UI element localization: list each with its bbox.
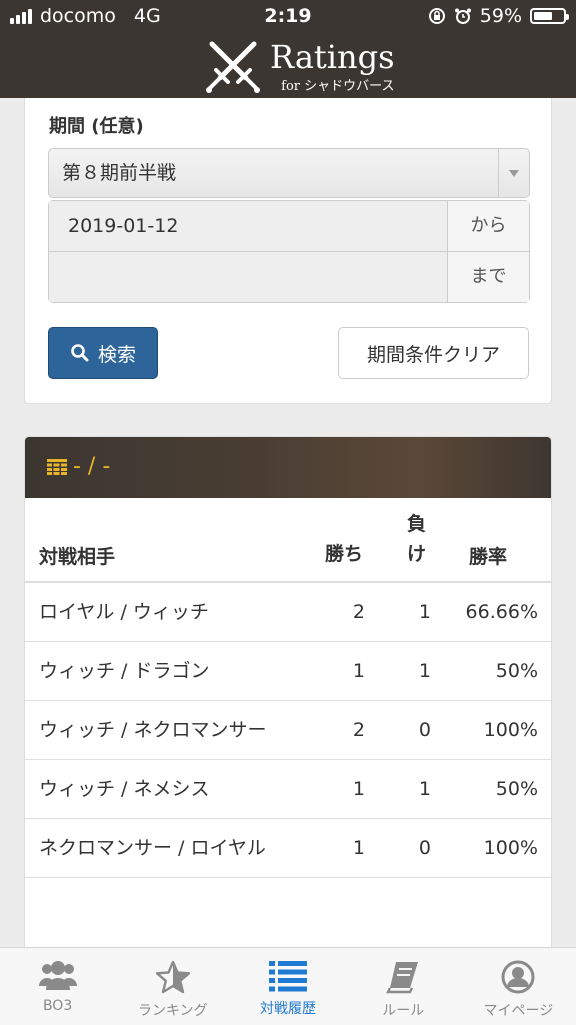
table-row: ウィッチ / ドラゴン 1 1 50%: [25, 641, 551, 701]
results-panel-title: - / -: [73, 454, 111, 479]
results-panel-header: - / -: [25, 437, 551, 498]
battery-icon: [530, 8, 569, 24]
lose-cell: 1: [365, 641, 431, 701]
list-icon: [269, 961, 307, 992]
clear-period-button[interactable]: 期間条件クリア: [338, 327, 529, 379]
rate-cell: 100%: [431, 818, 551, 878]
search-button-label: 検索: [97, 343, 136, 366]
win-cell: 1: [289, 641, 365, 701]
opponent-cell: ネクロマンサー / ロイヤル: [25, 818, 289, 878]
tab-bo3[interactable]: BO3: [0, 948, 115, 1025]
logo-subtitle: for シャドウバース: [281, 78, 395, 94]
opponent-cell: ウィッチ / ドラゴン: [25, 641, 289, 701]
users-icon: [38, 961, 77, 990]
logo[interactable]: Ratings for シャドウバース: [204, 38, 395, 96]
alarm-icon: [454, 8, 471, 24]
tab-rules[interactable]: ルール: [346, 948, 461, 1025]
chevron-down-icon: [498, 149, 529, 197]
star-icon: [155, 960, 190, 994]
tab-match-history[interactable]: 対戦履歴: [230, 948, 345, 1025]
bottom-tab-bar: BO3 ランキング 対戦履歴 ルール マイページ: [0, 947, 576, 1025]
column-win[interactable]: 勝ち: [289, 499, 365, 583]
rate-cell: 50%: [431, 759, 551, 819]
column-lose[interactable]: 負け: [365, 499, 431, 583]
date-to-group: まで: [48, 252, 530, 303]
crossed-swords-icon: [206, 41, 260, 93]
tab-label: マイページ: [483, 1003, 554, 1019]
lose-cell: 0: [365, 700, 431, 760]
win-cell: 2: [289, 700, 365, 760]
results-table: 対戦相手 勝ち 負け 勝率 ロイヤル / ウィッチ 2 1 66.66% ウィッ…: [25, 499, 551, 878]
tab-ranking[interactable]: ランキング: [115, 948, 230, 1025]
date-from-group: 2019-01-12 から: [48, 200, 530, 252]
table-row: ネクロマンサー / ロイヤル 1 0 100%: [25, 818, 551, 878]
search-icon: [71, 344, 89, 362]
tab-label: 対戦履歴: [260, 1001, 316, 1017]
table-row: ウィッチ / ネメシス 1 1 50%: [25, 759, 551, 819]
date-from-addon: から: [448, 201, 529, 251]
date-from-input[interactable]: 2019-01-12: [49, 201, 448, 251]
tab-label: ランキング: [138, 1003, 208, 1019]
filter-card: 期間 (任意) 第８期前半戦 2019-01-12 から まで 検索 期間条件ク…: [24, 98, 552, 404]
date-to-input[interactable]: [49, 252, 448, 302]
table-row: ウィッチ / ネクロマンサー 2 0 100%: [25, 700, 551, 760]
opponent-cell: ウィッチ / ネクロマンサー: [25, 700, 289, 760]
lose-cell: 0: [365, 818, 431, 878]
win-cell: 1: [289, 818, 365, 878]
period-select[interactable]: 第８期前半戦: [48, 148, 530, 198]
column-rate[interactable]: 勝率: [431, 499, 551, 583]
tab-mypage[interactable]: マイページ: [461, 948, 576, 1025]
battery-percent: 59%: [479, 5, 522, 27]
period-label: 期間 (任意): [49, 116, 144, 137]
rate-cell: 100%: [431, 700, 551, 760]
table-header-row: 対戦相手 勝ち 負け 勝率: [25, 499, 551, 583]
date-to-addon: まで: [448, 252, 529, 302]
tab-label: ルール: [382, 1003, 425, 1019]
win-cell: 2: [289, 582, 365, 642]
clear-period-button-label: 期間条件クリア: [366, 343, 500, 366]
user-circle-icon: [501, 960, 535, 994]
status-bar: docomo 4G 2:19 59%: [0, 0, 576, 36]
win-cell: 1: [289, 759, 365, 819]
rate-cell: 66.66%: [431, 582, 551, 642]
app-header: Ratings for シャドウバース: [0, 36, 576, 98]
period-select-value: 第８期前半戦: [62, 162, 177, 184]
table-icon: [47, 458, 67, 475]
table-row: ロイヤル / ウィッチ 2 1 66.66%: [25, 582, 551, 642]
rate-cell: 50%: [431, 641, 551, 701]
tab-label: BO3: [42, 998, 73, 1014]
results-card: - / - 対戦相手 勝ち 負け 勝率 ロイヤル / ウィッチ 2 1 66.6…: [24, 436, 552, 956]
column-opponent[interactable]: 対戦相手: [25, 499, 289, 583]
lose-cell: 1: [365, 582, 431, 642]
opponent-cell: ロイヤル / ウィッチ: [25, 582, 289, 642]
rotation-lock-icon: [428, 8, 445, 24]
search-button[interactable]: 検索: [48, 327, 158, 379]
book-icon: [386, 962, 419, 994]
logo-title: Ratings: [270, 37, 395, 76]
lose-cell: 1: [365, 759, 431, 819]
opponent-cell: ウィッチ / ネメシス: [25, 759, 289, 819]
